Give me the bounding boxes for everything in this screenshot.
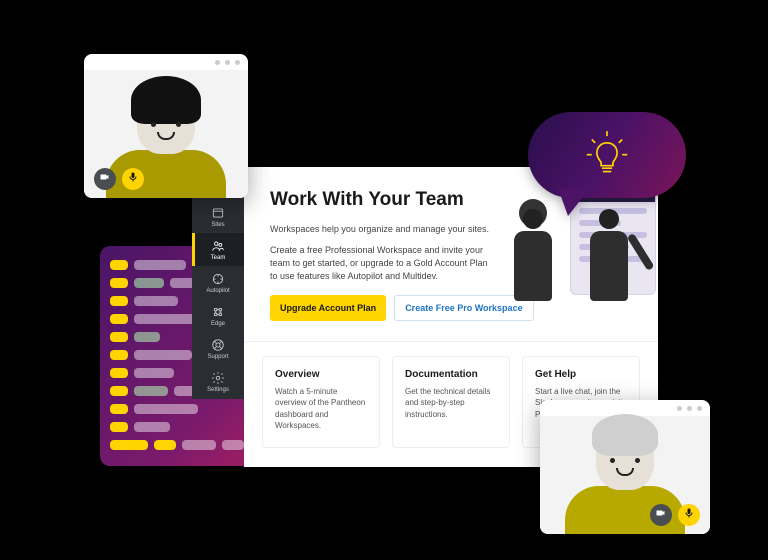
- idea-speech-bubble: [528, 112, 686, 214]
- sidebar-item-label: Support: [207, 354, 228, 360]
- microphone-icon: [127, 170, 139, 188]
- card-body: Watch a 5-minute overview of the Pantheo…: [275, 386, 367, 431]
- video-stage: [540, 416, 710, 534]
- hero-body-text: Create a free Professional Workspace and…: [270, 244, 490, 283]
- window-control-dot[interactable]: [697, 406, 702, 411]
- window-chrome: [84, 54, 248, 70]
- card-title: Documentation: [405, 369, 497, 380]
- team-icon: [211, 239, 225, 253]
- video-call-window: [84, 54, 248, 198]
- camera-toggle-button[interactable]: [650, 504, 672, 526]
- autopilot-icon: [211, 272, 225, 286]
- sidebar-item-settings[interactable]: Settings: [192, 366, 244, 399]
- video-call-window: [540, 400, 710, 534]
- lightbulb-icon: [580, 126, 634, 185]
- upgrade-account-plan-button[interactable]: Upgrade Account Plan: [270, 295, 386, 321]
- window-control-dot[interactable]: [225, 60, 230, 65]
- dashboard-sidebar: Home Sites Team Autopilot Edge Support: [192, 167, 244, 399]
- sidebar-item-edge[interactable]: Edge: [192, 300, 244, 333]
- sidebar-item-label: Edge: [211, 321, 225, 327]
- card-documentation[interactable]: Documentation Get the technical details …: [392, 356, 510, 448]
- sidebar-item-support[interactable]: Support: [192, 333, 244, 366]
- window-control-dot[interactable]: [215, 60, 220, 65]
- card-overview[interactable]: Overview Watch a 5-minute overview of th…: [262, 356, 380, 448]
- card-body: Get the technical details and step-by-st…: [405, 386, 497, 420]
- sidebar-item-label: Team: [211, 255, 226, 261]
- microphone-toggle-button[interactable]: [122, 168, 144, 190]
- sidebar-item-label: Settings: [207, 387, 229, 393]
- sidebar-item-label: Autopilot: [206, 288, 229, 294]
- camera-toggle-button[interactable]: [94, 168, 116, 190]
- video-stage: [84, 70, 248, 198]
- window-control-dot[interactable]: [677, 406, 682, 411]
- sidebar-item-label: Sites: [211, 222, 224, 228]
- window-control-dot[interactable]: [235, 60, 240, 65]
- microphone-toggle-button[interactable]: [678, 504, 700, 526]
- sidebar-item-team[interactable]: Team: [192, 233, 244, 266]
- camera-icon: [99, 170, 111, 188]
- gear-icon: [211, 371, 225, 385]
- support-icon: [211, 338, 225, 352]
- card-title: Overview: [275, 369, 367, 380]
- window-control-dot[interactable]: [687, 406, 692, 411]
- person-silhouette: [510, 209, 556, 319]
- edge-icon: [211, 305, 225, 319]
- card-title: Get Help: [535, 369, 627, 380]
- hero-intro-text: Workspaces help you organize and manage …: [270, 223, 490, 236]
- microphone-icon: [683, 506, 695, 524]
- sites-icon: [211, 206, 225, 220]
- sidebar-item-sites[interactable]: Sites: [192, 200, 244, 233]
- camera-icon: [655, 506, 667, 524]
- person-silhouette: [586, 209, 632, 319]
- sidebar-item-autopilot[interactable]: Autopilot: [192, 266, 244, 299]
